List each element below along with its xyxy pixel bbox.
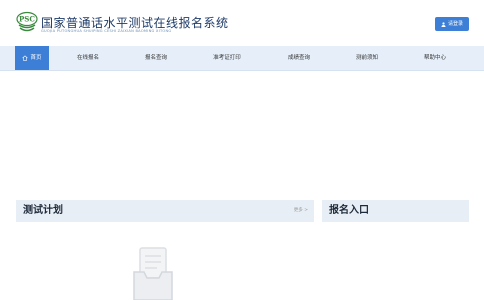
nav-item-admission-ticket[interactable]: 准考证打印 (204, 46, 250, 70)
nav-item-registration-query[interactable]: 报名查询 (136, 46, 176, 70)
site-subtitle: GUOJIA PUTONGHUA SHUIPING CESHI ZAIXIAN … (41, 29, 172, 33)
empty-inbox-icon (133, 247, 173, 300)
site-header: PSC 国家普通话水平测试在线报名系统 GUOJIA PUTONGHUA SHU… (0, 0, 484, 46)
nav-item-help-center[interactable]: 帮助中心 (415, 46, 455, 70)
test-plan-header: 测试计划 更多 > (16, 200, 314, 222)
psc-logo: PSC (16, 11, 38, 32)
more-link[interactable]: 更多 > (294, 200, 308, 222)
main-nav: 首页 在线报名 报名查询 准考证打印 成绩查询 测前须知 帮助中心 (0, 46, 484, 71)
home-icon (22, 55, 29, 61)
login-button[interactable]: 请登录 (435, 17, 469, 31)
nav-item-test-notice[interactable]: 测前须知 (347, 46, 387, 70)
registration-entry-header: 报名入口 (322, 200, 469, 222)
nav-item-online-registration[interactable]: 在线报名 (68, 46, 108, 70)
nav-label: 首页 (30, 55, 42, 61)
test-plan-title: 测试计划 (23, 205, 63, 216)
nav-item-home[interactable]: 首页 (15, 46, 49, 70)
registration-entry-title: 报名入口 (329, 205, 369, 216)
user-icon (441, 21, 446, 27)
nav-item-score-query[interactable]: 成绩查询 (279, 46, 319, 70)
login-label: 请登录 (447, 21, 463, 27)
svg-text:PSC: PSC (19, 15, 35, 24)
